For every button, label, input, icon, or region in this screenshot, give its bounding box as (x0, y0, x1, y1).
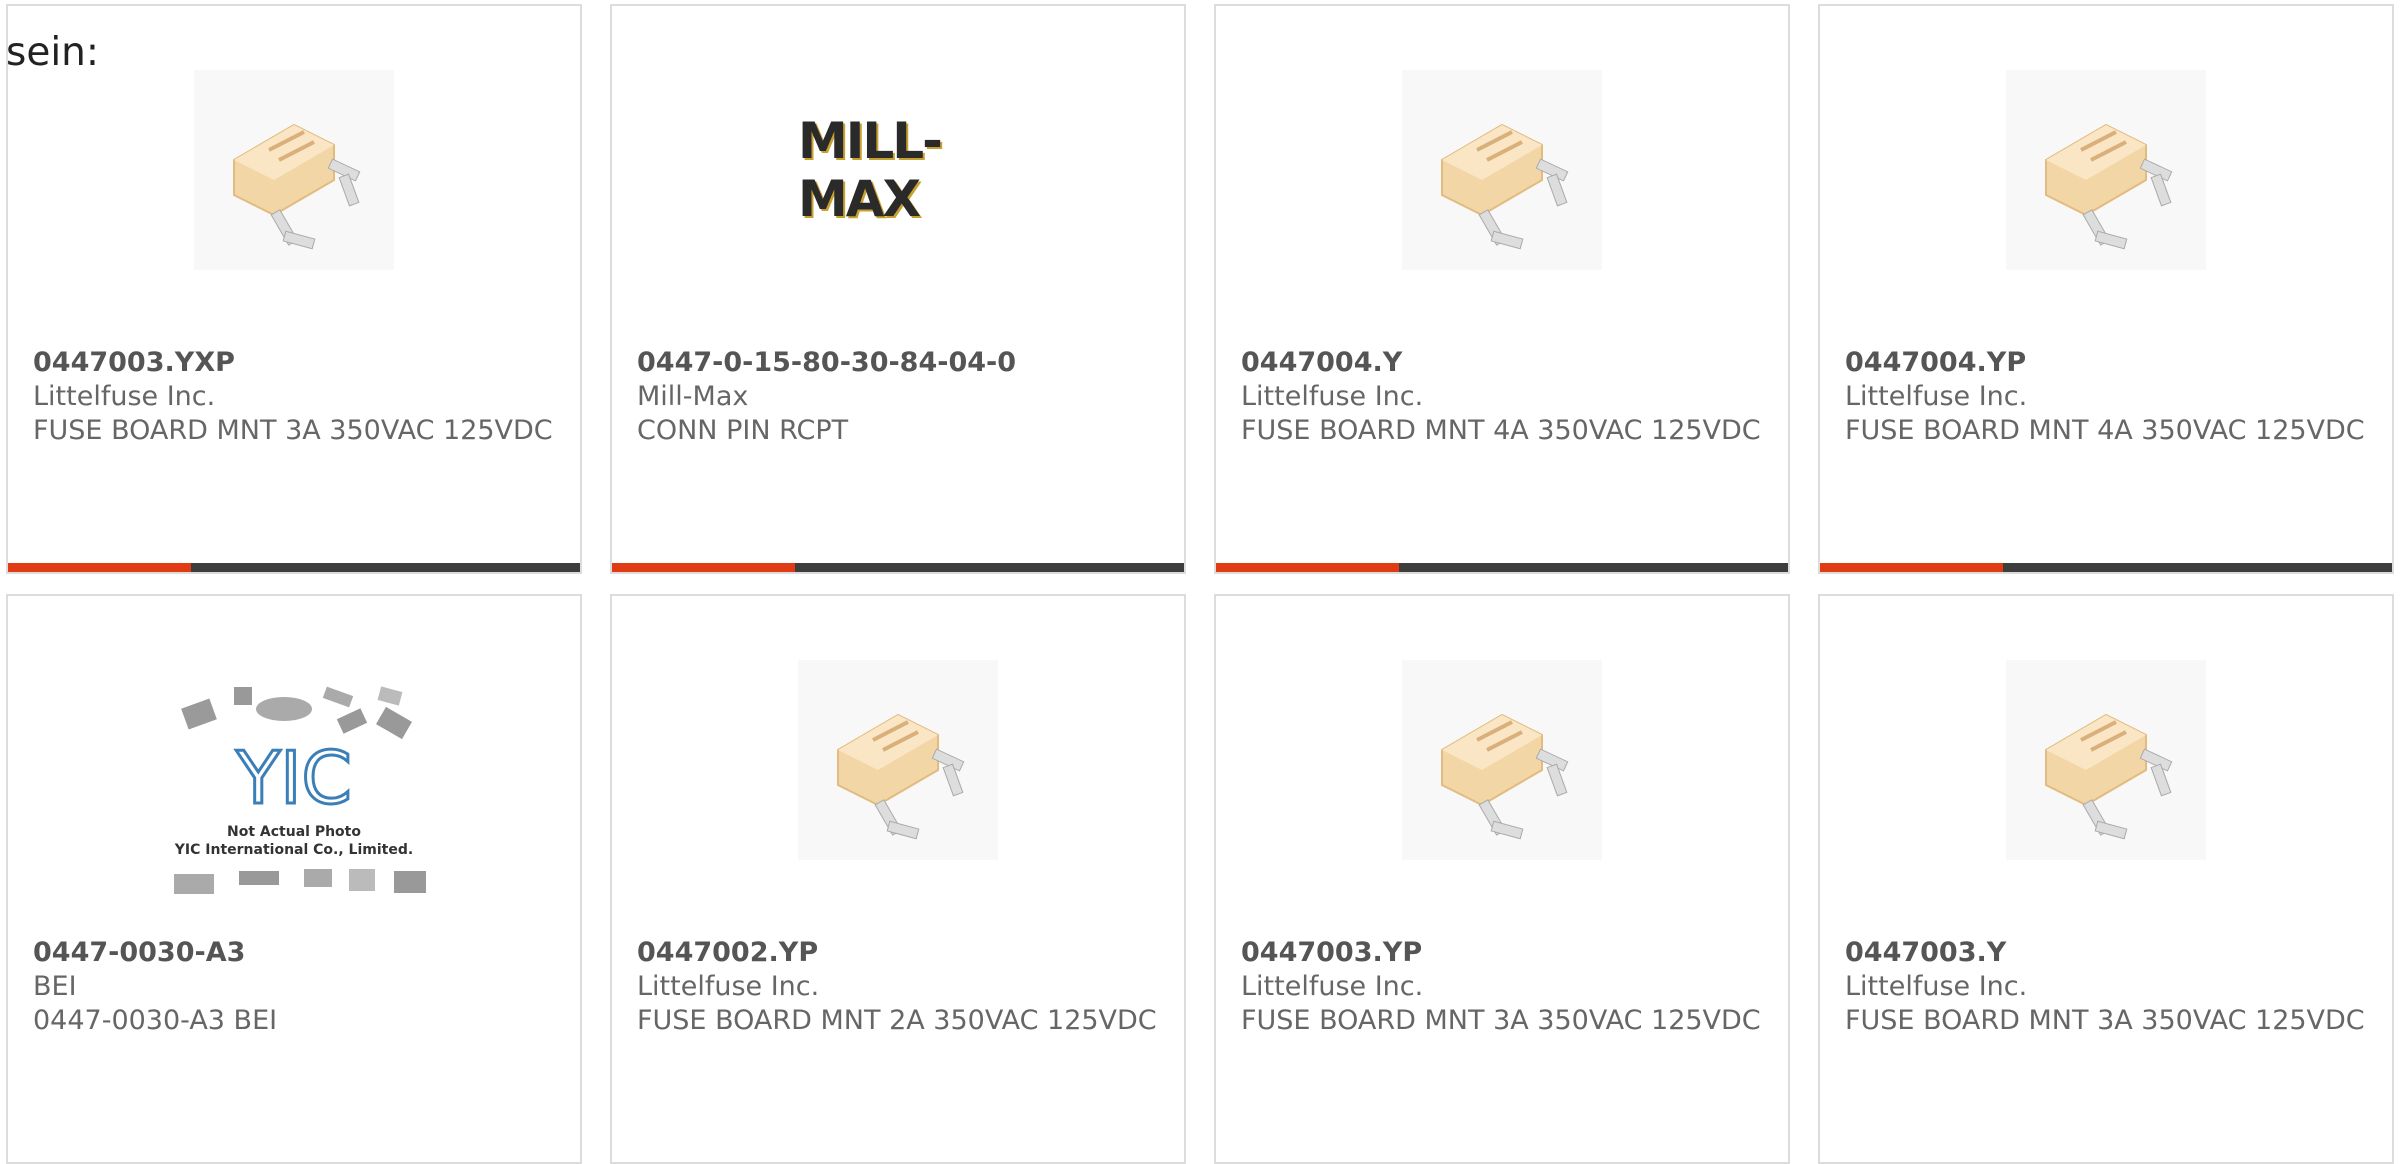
description: FUSE BOARD MNT 3A 350VAC 125VDC (1241, 1005, 1761, 1036)
part-number[interactable]: 0447-0030-A3 (33, 936, 560, 970)
yic-placeholder-icon: YIC Not Actual Photo YIC International C… (154, 676, 434, 916)
card-bottom-bar (1820, 563, 2392, 572)
product-card[interactable]: 0447004.Y Littelfuse Inc. FUSE BOARD MNT… (1214, 4, 1790, 574)
product-card[interactable]: 0447004.YP Littelfuse Inc. FUSE BOARD MN… (1818, 4, 2394, 574)
svg-text:YIC: YIC (235, 736, 352, 820)
product-card[interactable]: YIC Not Actual Photo YIC International C… (6, 594, 582, 1164)
manufacturer: Littelfuse Inc. (1241, 381, 1424, 412)
part-number[interactable]: 0447004.Y (1241, 346, 1768, 380)
placeholder-caption-line-1: Not Actual Photo (227, 824, 361, 840)
manufacturer: Littelfuse Inc. (33, 381, 216, 412)
part-number[interactable]: 0447003.Y (1845, 936, 2372, 970)
manufacturer: Mill-Max (637, 381, 749, 412)
description: FUSE BOARD MNT 2A 350VAC 125VDC (637, 1005, 1157, 1036)
manufacturer: Littelfuse Inc. (1241, 971, 1424, 1002)
part-number[interactable]: 0447-0-15-80-30-84-04-0 (637, 346, 1164, 380)
card-accent (1216, 563, 1400, 572)
card-bottom-bar (612, 563, 1184, 572)
part-number[interactable]: 0447002.YP (637, 936, 1164, 970)
product-card[interactable]: 0447003.YP Littelfuse Inc. FUSE BOARD MN… (1214, 594, 1790, 1164)
product-card[interactable]: 0447003.YXP Littelfuse Inc. FUSE BOARD M… (6, 4, 582, 574)
manufacturer: Littelfuse Inc. (1845, 971, 2028, 1002)
part-number[interactable]: 0447003.YP (1241, 936, 1768, 970)
description: FUSE BOARD MNT 4A 350VAC 125VDC (1241, 415, 1761, 446)
page-label: sein: (6, 30, 100, 75)
fuse-icon (194, 70, 394, 270)
fuse-icon (2006, 660, 2206, 860)
fuse-icon (2006, 70, 2206, 270)
placeholder-caption-line-2: YIC International Co., Limited. (174, 842, 414, 858)
description: 0447-0030-A3 BEI (33, 1005, 278, 1036)
logo-text: MILL-MAX (798, 112, 943, 228)
product-card[interactable]: 0447003.Y Littelfuse Inc. FUSE BOARD MNT… (1818, 594, 2394, 1164)
manufacturer: Littelfuse Inc. (1845, 381, 2028, 412)
mill-max-logo: MILL-MAX (798, 70, 998, 270)
part-number[interactable]: 0447003.YXP (33, 346, 560, 380)
card-bottom-bar (1216, 563, 1788, 572)
product-card[interactable]: 0447002.YP Littelfuse Inc. FUSE BOARD MN… (610, 594, 1186, 1164)
card-accent (8, 563, 192, 572)
fuse-icon (1402, 660, 1602, 860)
card-accent (612, 563, 796, 572)
fuse-icon (798, 660, 998, 860)
card-accent (1820, 563, 2004, 572)
fuse-icon (1402, 70, 1602, 270)
product-grid: 0447003.YXP Littelfuse Inc. FUSE BOARD M… (0, 0, 2400, 1164)
placeholder-caption: Not Actual Photo YIC International Co., … (175, 823, 413, 859)
manufacturer: Littelfuse Inc. (637, 971, 820, 1002)
product-card[interactable]: MILL-MAX 0447-0-15-80-30-84-04-0 Mill-Ma… (610, 4, 1186, 574)
description: FUSE BOARD MNT 3A 350VAC 125VDC (1845, 1005, 2365, 1036)
description: FUSE BOARD MNT 3A 350VAC 125VDC (33, 415, 553, 446)
part-number[interactable]: 0447004.YP (1845, 346, 2372, 380)
description: CONN PIN RCPT (637, 415, 849, 446)
description: FUSE BOARD MNT 4A 350VAC 125VDC (1845, 415, 2365, 446)
manufacturer: BEI (33, 971, 77, 1002)
card-bottom-bar (8, 563, 580, 572)
